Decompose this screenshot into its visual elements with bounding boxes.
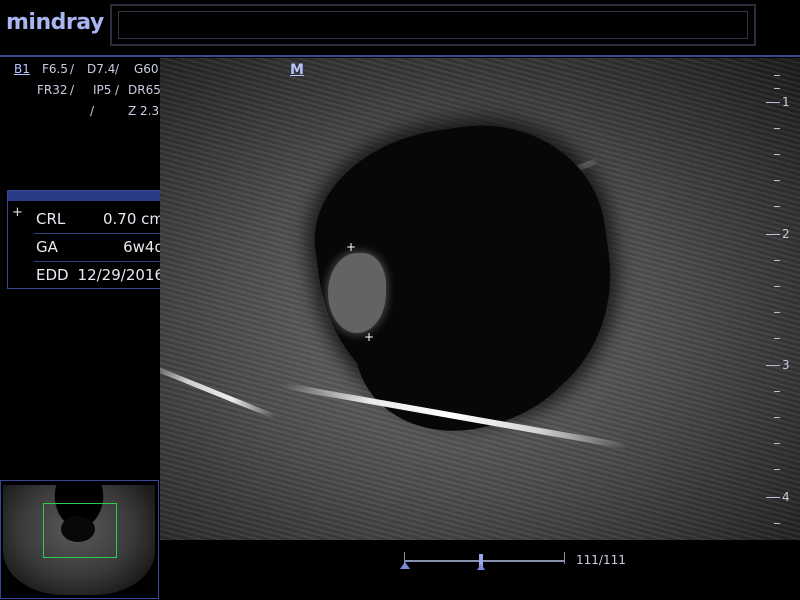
param-depth: D7.4 (87, 62, 116, 76)
depth-tick (774, 154, 780, 155)
depth-tick (774, 417, 780, 418)
cine-track (404, 560, 564, 562)
depth-tick (774, 391, 780, 392)
param-image-process: IP5 (93, 83, 112, 97)
depth-tick (766, 365, 780, 366)
depth-tick (774, 523, 780, 524)
depth-label: 2 (782, 227, 790, 241)
header-divider (0, 55, 800, 57)
frame-counter: 111/111 (576, 553, 626, 567)
param-sep: / (115, 83, 120, 97)
depth-tick (766, 497, 780, 498)
orientation-marker: M (290, 62, 304, 78)
depth-tick (774, 75, 780, 76)
param-sep: / (115, 62, 120, 76)
measurement-panel: + CRL 0.70 cm GA 6w4d EDD 12/29/2016 (7, 190, 167, 289)
param-frequency: F6.5 (42, 62, 68, 76)
patient-info-inner (118, 11, 748, 39)
measurement-value: 6w4d (123, 238, 164, 256)
depth-tick (774, 260, 780, 261)
depth-label: 1 (782, 95, 790, 109)
cine-handle-marker-icon[interactable] (477, 564, 485, 570)
measurement-label: CRL (36, 210, 66, 228)
embryo (328, 253, 386, 333)
measurement-row-crl: CRL 0.70 cm (34, 205, 166, 234)
param-gain: G60 (134, 62, 159, 76)
measurement-label: GA (36, 238, 58, 256)
cine-slider[interactable] (400, 548, 570, 572)
depth-scale: 1 2 3 4 (760, 58, 800, 540)
cine-end-tick (564, 552, 565, 564)
depth-label: 3 (782, 358, 790, 372)
overview-thumbnail[interactable] (0, 480, 159, 599)
depth-tick (774, 180, 780, 181)
param-zoom: Z 2.3 (128, 104, 160, 118)
measurement-row-ga: GA 6w4d (34, 233, 166, 262)
depth-tick (766, 102, 780, 103)
caliper-end-icon[interactable]: + (363, 331, 375, 343)
depth-label: 4 (782, 490, 790, 504)
caliper-start-icon[interactable]: + (345, 241, 357, 253)
depth-tick (774, 312, 780, 313)
depth-tick (774, 469, 780, 470)
param-dynamic-range: DR65 (128, 83, 161, 97)
mode-b1[interactable]: B1 (14, 62, 30, 76)
cine-start-marker-icon[interactable] (400, 562, 410, 569)
echo-band (160, 361, 276, 420)
param-sep: / (70, 83, 75, 97)
measurement-panel-header (8, 191, 166, 201)
caliper-plus-icon: + (12, 205, 23, 220)
depth-tick (774, 88, 780, 89)
depth-tick (766, 234, 780, 235)
depth-tick (774, 338, 780, 339)
measurement-value: 0.70 cm (102, 210, 164, 228)
param-sep: / (70, 62, 75, 76)
measurement-row-edd: EDD 12/29/2016 (34, 261, 166, 289)
depth-tick (774, 443, 780, 444)
param-sep: / (90, 104, 95, 118)
depth-tick (774, 286, 780, 287)
ultrasound-image[interactable]: + + (160, 58, 800, 540)
measurement-value: 12/29/2016 (77, 266, 164, 284)
patient-info-box (110, 4, 756, 46)
zoom-roi-box[interactable] (43, 503, 117, 558)
measurement-label: EDD (36, 266, 69, 284)
depth-tick (774, 206, 780, 207)
depth-tick (774, 128, 780, 129)
brand-logo: mindray (6, 10, 104, 35)
param-frame-rate: FR32 (37, 83, 68, 97)
